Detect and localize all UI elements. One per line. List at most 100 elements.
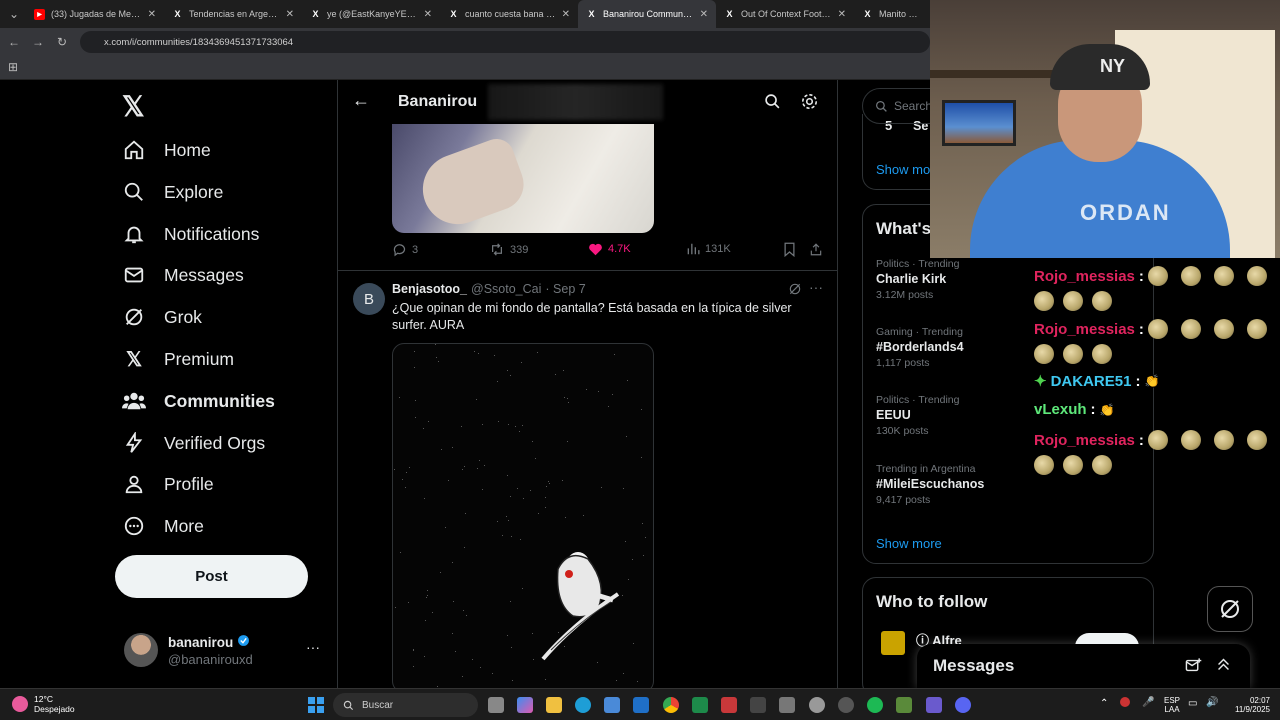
avatar[interactable]: [881, 631, 905, 655]
app-icon[interactable]: [721, 697, 737, 713]
tab-title: Manito on X: [879, 9, 922, 19]
nav-label: More: [164, 515, 204, 536]
spotify-icon[interactable]: [867, 697, 883, 713]
bookmark-icon[interactable]: [783, 242, 796, 257]
app-icon[interactable]: [750, 697, 766, 713]
browser-tab[interactable]: X ye (@EastKanyeYE) / X ✕: [302, 0, 440, 28]
close-icon[interactable]: ✕: [424, 9, 432, 20]
windows-start-icon[interactable]: [308, 697, 324, 713]
nav-home[interactable]: Home: [122, 132, 211, 168]
avatar[interactable]: B: [353, 283, 385, 315]
file-explorer-icon[interactable]: [546, 697, 562, 713]
show-more-link[interactable]: Show more: [876, 536, 942, 551]
post-button[interactable]: Post: [115, 555, 308, 598]
messages-drawer[interactable]: Messages: [917, 644, 1250, 688]
tweet-author-name[interactable]: Benjasotoo_: [392, 282, 467, 296]
discord-icon[interactable]: [955, 697, 971, 713]
gear-icon[interactable]: [800, 92, 819, 116]
search-icon[interactable]: [764, 93, 781, 115]
taskbar-search[interactable]: Buscar: [333, 693, 478, 717]
reply-button[interactable]: 3: [392, 242, 418, 257]
chat-username: Rojo_messias: [1034, 431, 1135, 449]
app-icon[interactable]: [779, 697, 795, 713]
volume-icon[interactable]: 🔊: [1206, 697, 1218, 708]
tray-chevron-icon[interactable]: ⌃: [1100, 698, 1108, 709]
more-dots-icon[interactable]: ···: [809, 279, 823, 295]
nav-premium[interactable]: 𝕏 Premium: [122, 341, 234, 377]
tweet-media-image[interactable]: [392, 124, 654, 233]
like-button[interactable]: 4.7K: [588, 242, 631, 256]
trend-post-count: 9,417 posts: [876, 494, 931, 506]
back-arrow-icon[interactable]: ←: [352, 90, 370, 111]
browser-tab[interactable]: ▶ (33) Jugadas de Messi que ✕: [26, 0, 164, 28]
tab-list-chevron-icon[interactable]: ⌄: [2, 2, 26, 26]
tray-app-icon[interactable]: [1120, 697, 1130, 707]
microphone-icon[interactable]: 🎤: [1142, 697, 1154, 708]
app-icon[interactable]: [896, 697, 912, 713]
url-field[interactable]: x.com/i/communities/1834369451371733064: [80, 31, 930, 53]
new-message-icon[interactable]: [1185, 657, 1202, 679]
share-icon[interactable]: [809, 242, 823, 257]
nav-verified-orgs[interactable]: Verified Orgs: [122, 425, 265, 461]
weather-widget[interactable]: 12°C Despejado: [12, 694, 75, 714]
grok-float-button[interactable]: [1207, 586, 1253, 632]
app-icon[interactable]: [926, 697, 942, 713]
x-logo-icon[interactable]: 𝕏: [122, 90, 145, 123]
retweet-icon: [492, 243, 502, 256]
taskbar-clock[interactable]: 02:07 11/9/2025: [1230, 696, 1270, 714]
youtube-icon: ▶: [34, 8, 45, 20]
x-icon: 𝕏: [125, 348, 143, 371]
account-name: bananirou: [168, 634, 234, 650]
apps-grid-icon[interactable]: ⊞: [8, 60, 18, 74]
store-icon[interactable]: [604, 697, 620, 713]
expand-chevron-icon[interactable]: [1215, 656, 1232, 678]
spreadsheet-icon[interactable]: [692, 697, 708, 713]
language-indicator[interactable]: ESP LAA: [1164, 696, 1180, 714]
browser-tab[interactable]: X Out Of Context Football ✕: [716, 0, 854, 28]
app-icon[interactable]: [838, 697, 854, 713]
chrome-icon[interactable]: [663, 697, 679, 713]
nav-profile[interactable]: Profile: [122, 466, 214, 502]
chat-emote-row: [1034, 291, 1121, 311]
edge-icon[interactable]: [575, 697, 591, 713]
more-dots-icon[interactable]: ···: [306, 639, 320, 655]
nav-grok[interactable]: Grok: [122, 299, 202, 335]
reload-icon[interactable]: ↻: [50, 30, 74, 54]
browser-tab-active[interactable]: X Bananirou Community / X ✕: [578, 0, 716, 28]
browser-tab[interactable]: X Manito on X: [854, 0, 930, 28]
outlook-icon[interactable]: [633, 697, 649, 713]
nav-messages[interactable]: Messages: [122, 257, 244, 293]
show-more-link[interactable]: Show mo: [876, 162, 930, 177]
nav-notifications[interactable]: Notifications: [122, 216, 259, 252]
copilot-icon[interactable]: [517, 697, 533, 713]
chat-emote-row: [1034, 344, 1121, 364]
nav-more[interactable]: More: [122, 508, 204, 544]
emote-icon: [1213, 430, 1234, 450]
close-icon[interactable]: ✕: [700, 9, 708, 20]
nav-label: Profile: [164, 473, 214, 494]
views-button[interactable]: 131K: [686, 242, 731, 256]
browser-tab[interactable]: X Tendencias en Argentina ✕: [164, 0, 302, 28]
nav-communities[interactable]: Communities: [122, 383, 275, 419]
nav-explore[interactable]: Explore: [122, 174, 223, 210]
settings-icon[interactable]: [809, 697, 825, 713]
forward-arrow-icon[interactable]: →: [26, 30, 50, 54]
tweet-author-handle[interactable]: @Ssoto_Cai: [471, 282, 541, 296]
emote-icon: [1147, 319, 1168, 339]
back-arrow-icon[interactable]: ←: [2, 30, 26, 54]
tweet-media-image[interactable]: [392, 343, 654, 688]
network-icon[interactable]: ▭: [1188, 698, 1197, 709]
retweet-button[interactable]: 339: [489, 242, 528, 257]
grok-icon[interactable]: [788, 282, 802, 301]
tweet[interactable]: B Benjasotoo_ @Ssoto_Cai · Sep 7 ··· ¿Qu…: [338, 271, 837, 688]
community-header: ← Bananirou: [338, 80, 837, 124]
close-icon[interactable]: ✕: [838, 9, 846, 20]
task-view-icon[interactable]: [488, 697, 504, 713]
account-switcher[interactable]: bananirou @bananirouxd ···: [124, 633, 324, 673]
nav-label: Grok: [164, 306, 202, 327]
close-icon[interactable]: ✕: [286, 9, 294, 20]
tweet-date[interactable]: · Sep 7: [545, 282, 585, 296]
close-icon[interactable]: ✕: [562, 9, 570, 20]
close-icon[interactable]: ✕: [148, 9, 156, 20]
browser-tab[interactable]: X cuanto cuesta bana on X ✕: [440, 0, 578, 28]
